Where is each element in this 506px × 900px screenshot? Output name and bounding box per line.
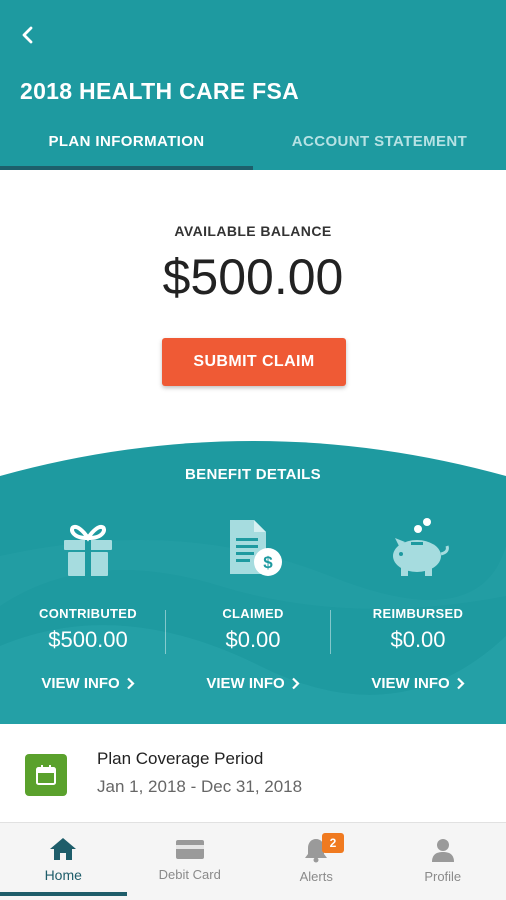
nav-active-indicator	[0, 892, 127, 896]
view-info-label: VIEW INFO	[41, 675, 120, 692]
card-icon	[175, 840, 204, 859]
alerts-count-badge: 2	[322, 833, 344, 853]
chevron-right-icon	[456, 677, 465, 690]
benefit-claimed: $ CLAIMED $0.00 VIEW INFO	[169, 510, 337, 693]
nav-item-home[interactable]: Home	[0, 823, 127, 900]
tab-account-statement[interactable]: ACCOUNT STATEMENT	[253, 112, 506, 170]
nav-label: Debit Card	[158, 867, 221, 882]
view-info-label: VIEW INFO	[206, 675, 285, 692]
chevron-right-icon	[126, 677, 135, 690]
view-info-label: VIEW INFO	[371, 675, 450, 692]
contributed-view-info-link[interactable]: VIEW INFO	[41, 675, 135, 692]
nav-item-profile[interactable]: Profile	[380, 823, 506, 900]
plan-coverage-row[interactable]: Plan Coverage Period Jan 1, 2018 - Dec 3…	[0, 724, 506, 822]
svg-text:$: $	[263, 553, 273, 572]
calendar-icon	[25, 754, 67, 796]
nav-label: Profile	[424, 869, 462, 884]
tab-label: ACCOUNT STATEMENT	[291, 132, 468, 150]
benefit-details-title: BENEFIT DETAILS	[185, 466, 321, 483]
app-header: 2018 HEALTH CARE FSA PLAN INFORMATION AC…	[0, 0, 506, 170]
tab-label: PLAN INFORMATION	[48, 132, 205, 150]
claim-document-icon: $	[169, 510, 337, 584]
bottom-navigation: Home Debit Card 2 Alerts Profile	[0, 822, 506, 900]
available-balance-value: $500.00	[162, 249, 344, 305]
piggy-bank-icon	[334, 510, 502, 584]
column-divider	[330, 610, 331, 654]
tab-plan-information[interactable]: PLAN INFORMATION	[0, 112, 253, 170]
user-icon	[431, 839, 454, 862]
reimbursed-label: REIMBURSED	[372, 606, 464, 621]
reimbursed-view-info-link[interactable]: VIEW INFO	[371, 675, 465, 692]
home-icon	[50, 838, 77, 860]
gift-icon	[4, 510, 172, 584]
benefit-contributed: CONTRIBUTED $500.00 VIEW INFO	[4, 510, 172, 693]
contributed-label: CONTRIBUTED	[39, 606, 137, 621]
submit-claim-button[interactable]: SUBMIT CLAIM	[162, 338, 346, 386]
contributed-value: $500.00	[48, 627, 128, 652]
reimbursed-value: $0.00	[390, 627, 446, 652]
benefit-reimbursed: REIMBURSED $0.00 VIEW INFO	[334, 510, 502, 693]
nav-item-alerts[interactable]: 2 Alerts	[253, 823, 380, 900]
coverage-title: Plan Coverage Period	[97, 749, 264, 768]
nav-label: Alerts	[299, 869, 333, 884]
claimed-label: CLAIMED	[222, 606, 284, 621]
chevron-right-icon	[291, 677, 300, 690]
claimed-view-info-link[interactable]: VIEW INFO	[206, 675, 300, 692]
claimed-value: $0.00	[225, 627, 281, 652]
back-button[interactable]	[14, 22, 40, 48]
active-tab-indicator	[0, 166, 253, 170]
nav-item-debit-card[interactable]: Debit Card	[127, 823, 254, 900]
tab-bar: PLAN INFORMATION ACCOUNT STATEMENT	[0, 112, 506, 170]
coverage-dates: Jan 1, 2018 - Dec 31, 2018	[97, 777, 303, 796]
chevron-left-icon	[22, 26, 33, 44]
column-divider	[165, 610, 166, 654]
page-title: 2018 HEALTH CARE FSA	[20, 78, 300, 104]
available-balance-label: AVAILABLE BALANCE	[174, 223, 332, 239]
nav-label: Home	[44, 867, 82, 883]
